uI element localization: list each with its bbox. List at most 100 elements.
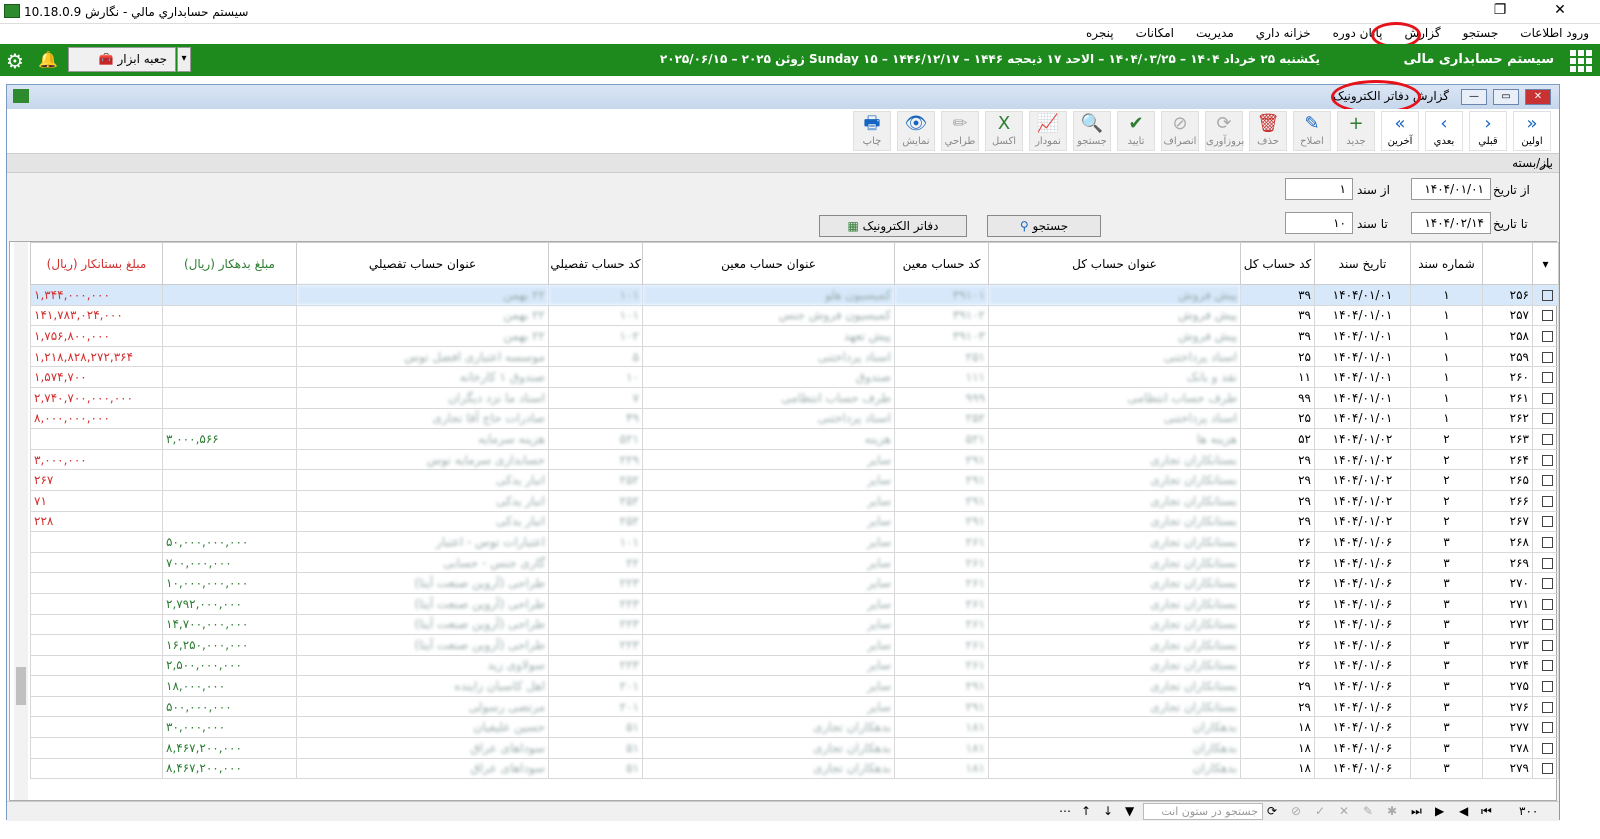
group-toggle[interactable]: باز/بسته ︿ <box>7 153 1559 173</box>
row-checkbox[interactable] <box>1532 592 1559 615</box>
table-row[interactable]: ۲۷۶ ۳ ۱۴۰۴/۰۱/۰۶ ۲۹ بستانکاران تجاری ۲۹۱ سایر ۲… <box>30 695 1559 718</box>
row-checkbox[interactable] <box>1532 613 1559 636</box>
row-checkbox[interactable] <box>1532 675 1559 697</box>
row-checkbox[interactable] <box>1532 325 1559 347</box>
row-checkbox[interactable] <box>1532 304 1559 327</box>
checkbox[interactable] <box>1542 433 1553 445</box>
close-icon[interactable]: ✕ <box>1540 2 1580 18</box>
nav-post-icon[interactable]: ✓ <box>1315 804 1325 818</box>
toolbar-button-12[interactable]: X اكسل <box>985 111 1023 151</box>
checkbox[interactable] <box>1542 681 1553 693</box>
checkbox[interactable] <box>1542 598 1553 610</box>
toolbar-button-13[interactable]: ✏ طراحي <box>941 111 979 151</box>
toolbar-button-14[interactable]: 👁 نمايش <box>897 111 935 151</box>
menu-item-1[interactable]: جستجو <box>1452 24 1510 42</box>
table-row[interactable]: ۲۶۳ ۲ ۱۴۰۴/۰۱/۰۲ ۵۲ هزینه ها ۵۲۱ هزینه ۵۲۱ هزینه… <box>30 428 1559 450</box>
checkbox[interactable] <box>1542 578 1553 590</box>
checkbox[interactable] <box>1542 763 1553 775</box>
toolbar-button-8[interactable]: ⊘ انصراف <box>1161 111 1199 151</box>
toolbar-button-0[interactable]: » اولين <box>1513 111 1551 151</box>
checkbox[interactable] <box>1542 660 1553 672</box>
checkbox[interactable] <box>1542 516 1553 528</box>
table-row[interactable]: ۲۷۷ ۳ ۱۴۰۴/۰۱/۰۶ ۱۸ بدهکاران ۱۸۱ بدهکاران تجار… <box>30 716 1559 739</box>
nav-insert-icon[interactable]: ✱ <box>1387 804 1397 818</box>
row-checkbox[interactable] <box>1532 469 1559 491</box>
table-row[interactable]: ۲۷۲ ۳ ۱۴۰۴/۰۱/۰۶ ۲۶ بستانکاران تجاری ۲۶۱ سایر ۲… <box>30 613 1559 636</box>
search-button[interactable]: جستجو ⚲ <box>987 215 1101 237</box>
from-date-field[interactable]: ۱۴۰۴/۰۱/۰۱ <box>1411 178 1491 200</box>
column-header-1[interactable]: تاريخ سند <box>1314 242 1411 285</box>
table-row[interactable]: ۲۶۸ ۳ ۱۴۰۴/۰۱/۰۶ ۲۶ بستانکاران تجاری ۲۶۱ سایر ۱… <box>30 531 1559 553</box>
toolbar-button-15[interactable]: 🖶 چاپ <box>853 111 891 151</box>
toolbar-button-4[interactable]: + جديد <box>1337 111 1375 151</box>
table-row[interactable]: ۲۷۳ ۳ ۱۴۰۴/۰۱/۰۶ ۲۶ بستانکاران تجاری ۲۶۱ سایر ۲… <box>30 634 1559 656</box>
row-checkbox[interactable] <box>1532 737 1559 759</box>
nav-last-icon[interactable]: ⏭ <box>1411 804 1422 819</box>
maximize-icon[interactable]: ❐ <box>1480 2 1520 18</box>
scroll-thumb[interactable] <box>16 667 26 705</box>
row-checkbox[interactable] <box>1532 366 1559 388</box>
toolbar-button-2[interactable]: ‹ بعدي <box>1425 111 1463 151</box>
table-row[interactable]: ۲۶۱ ۱ ۱۴۰۴/۰۱/۰۱ ۹۹ طرف حساب انتظامی ۹۹۹ طرف ح… <box>30 386 1559 409</box>
nav-delete-icon[interactable]: ✕ <box>1339 804 1349 818</box>
table-row[interactable]: ۲۷۵ ۳ ۱۴۰۴/۰۱/۰۶ ۲۹ بستانکاران تجاری ۲۹۱ سایر ۲… <box>30 675 1559 697</box>
table-row[interactable]: ۲۷۴ ۳ ۱۴۰۴/۰۱/۰۶ ۲۶ بستانکاران تجاری ۲۶۱ سایر ۲… <box>30 654 1559 677</box>
table-row[interactable]: ۲۶۶ ۲ ۱۴۰۴/۰۱/۰۲ ۲۹ بستانکاران تجاری ۲۹۱ سایر ۲… <box>30 489 1559 512</box>
row-checkbox[interactable] <box>1532 551 1559 574</box>
row-checkbox[interactable] <box>1532 634 1559 656</box>
toolbar-button-9[interactable]: ✔ تاييد <box>1117 111 1155 151</box>
row-checkbox[interactable] <box>1532 407 1559 430</box>
arrow-down-icon[interactable]: ↓ <box>1103 804 1113 818</box>
checkbox[interactable] <box>1542 536 1553 548</box>
row-checkbox[interactable] <box>1532 489 1559 512</box>
row-checkbox[interactable] <box>1532 386 1559 409</box>
more-icon[interactable]: ⋯ <box>1059 804 1071 818</box>
toolbar-button-10[interactable]: 🔍 جستجو <box>1073 111 1111 151</box>
nav-first-icon[interactable]: ⏮ <box>1481 804 1492 819</box>
nav-edit-icon[interactable]: ✎ <box>1363 804 1373 818</box>
row-checkbox[interactable] <box>1532 448 1559 471</box>
ledger-button[interactable]: دفاتر الكترونيک ▦ <box>819 215 967 237</box>
row-checkbox[interactable] <box>1532 757 1559 780</box>
row-checkbox[interactable] <box>1532 572 1559 594</box>
toolbar-button-11[interactable]: 📈 نمودار <box>1029 111 1067 151</box>
checkbox[interactable] <box>1542 372 1553 384</box>
table-row[interactable]: ۲۵۷ ۱ ۱۴۰۴/۰۱/۰۱ ۳۹ پیش فروش ۳۹۱۰۲ کمیسیون فرو… <box>30 304 1559 327</box>
column-header-4[interactable]: كد حساب معين <box>894 242 989 285</box>
apps-grid-icon[interactable] <box>1570 50 1592 72</box>
table-row[interactable]: ۲۶۰ ۱ ۱۴۰۴/۰۱/۰۱ ۱۱ نقد و بانک ۱۱۱ صندوق ۱۰ صندو… <box>30 366 1559 388</box>
vertical-scrollbar[interactable] <box>14 242 28 800</box>
table-row[interactable]: ۲۶۲ ۱ ۱۴۰۴/۰۱/۰۱ ۲۵ اسناد پرداختنی ۲۵۲ اسناد پ… <box>30 407 1559 430</box>
table-row[interactable]: ۲۶۴ ۲ ۱۴۰۴/۰۱/۰۲ ۲۹ بستانکاران تجاری ۲۹۱ سایر ۲… <box>30 448 1559 471</box>
row-checkbox[interactable] <box>1532 654 1559 677</box>
column-header-8[interactable]: مبلغ بدهكار (ريال) <box>162 242 297 285</box>
window-minimize-button[interactable]: — <box>1461 89 1487 105</box>
checkbox[interactable] <box>1542 454 1553 466</box>
checkbox[interactable] <box>1542 722 1553 734</box>
column-header-3[interactable]: عنوان حساب كل <box>988 242 1241 285</box>
row-checkbox[interactable] <box>1532 716 1559 739</box>
toolbar-button-3[interactable]: « آخرين <box>1381 111 1419 151</box>
row-checkbox[interactable] <box>1532 531 1559 553</box>
column-header-5[interactable]: عنوان حساب معين <box>642 242 895 285</box>
nav-cancel-icon[interactable]: ⊘ <box>1291 804 1301 818</box>
filter-icon[interactable]: ▼ <box>1125 804 1134 818</box>
column-header-6[interactable]: كد حساب تفصيلي <box>548 242 643 285</box>
column-header-9[interactable]: مبلغ بستانكار (ريال) <box>30 242 163 285</box>
menu-item-4[interactable]: خزانه داري <box>1245 24 1322 42</box>
column-search-input[interactable]: جستجو در ستون انت <box>1143 803 1263 820</box>
window-restore-button[interactable]: ▭ <box>1493 89 1519 105</box>
checkbox[interactable] <box>1542 475 1553 487</box>
table-row[interactable]: ۲۷۸ ۳ ۱۴۰۴/۰۱/۰۶ ۱۸ بدهکاران ۱۸۱ بدهکاران تجار… <box>30 737 1559 759</box>
nav-refresh-icon[interactable]: ⟳ <box>1267 804 1277 818</box>
toolbox-button[interactable]: جعبه ابزار 🧰 ▾ <box>68 47 191 72</box>
checkbox[interactable] <box>1542 619 1553 631</box>
table-row[interactable]: ۲۵۶ ۱ ۱۴۰۴/۰۱/۰۱ ۳۹ پیش فروش ۳۹۱۰۱ کمیسیون هلو… <box>30 284 1559 306</box>
checkbox[interactable] <box>1542 639 1553 651</box>
checkbox[interactable] <box>1542 289 1553 301</box>
nav-prev-icon[interactable]: ◀ <box>1459 804 1468 818</box>
arrow-up-icon[interactable]: ↑ <box>1081 804 1091 818</box>
table-row[interactable]: ۲۷۱ ۳ ۱۴۰۴/۰۱/۰۶ ۲۶ بستانکاران تجاری ۲۶۱ سایر ۲… <box>30 592 1559 615</box>
checkbox[interactable] <box>1542 413 1553 425</box>
checkbox[interactable] <box>1542 310 1553 322</box>
